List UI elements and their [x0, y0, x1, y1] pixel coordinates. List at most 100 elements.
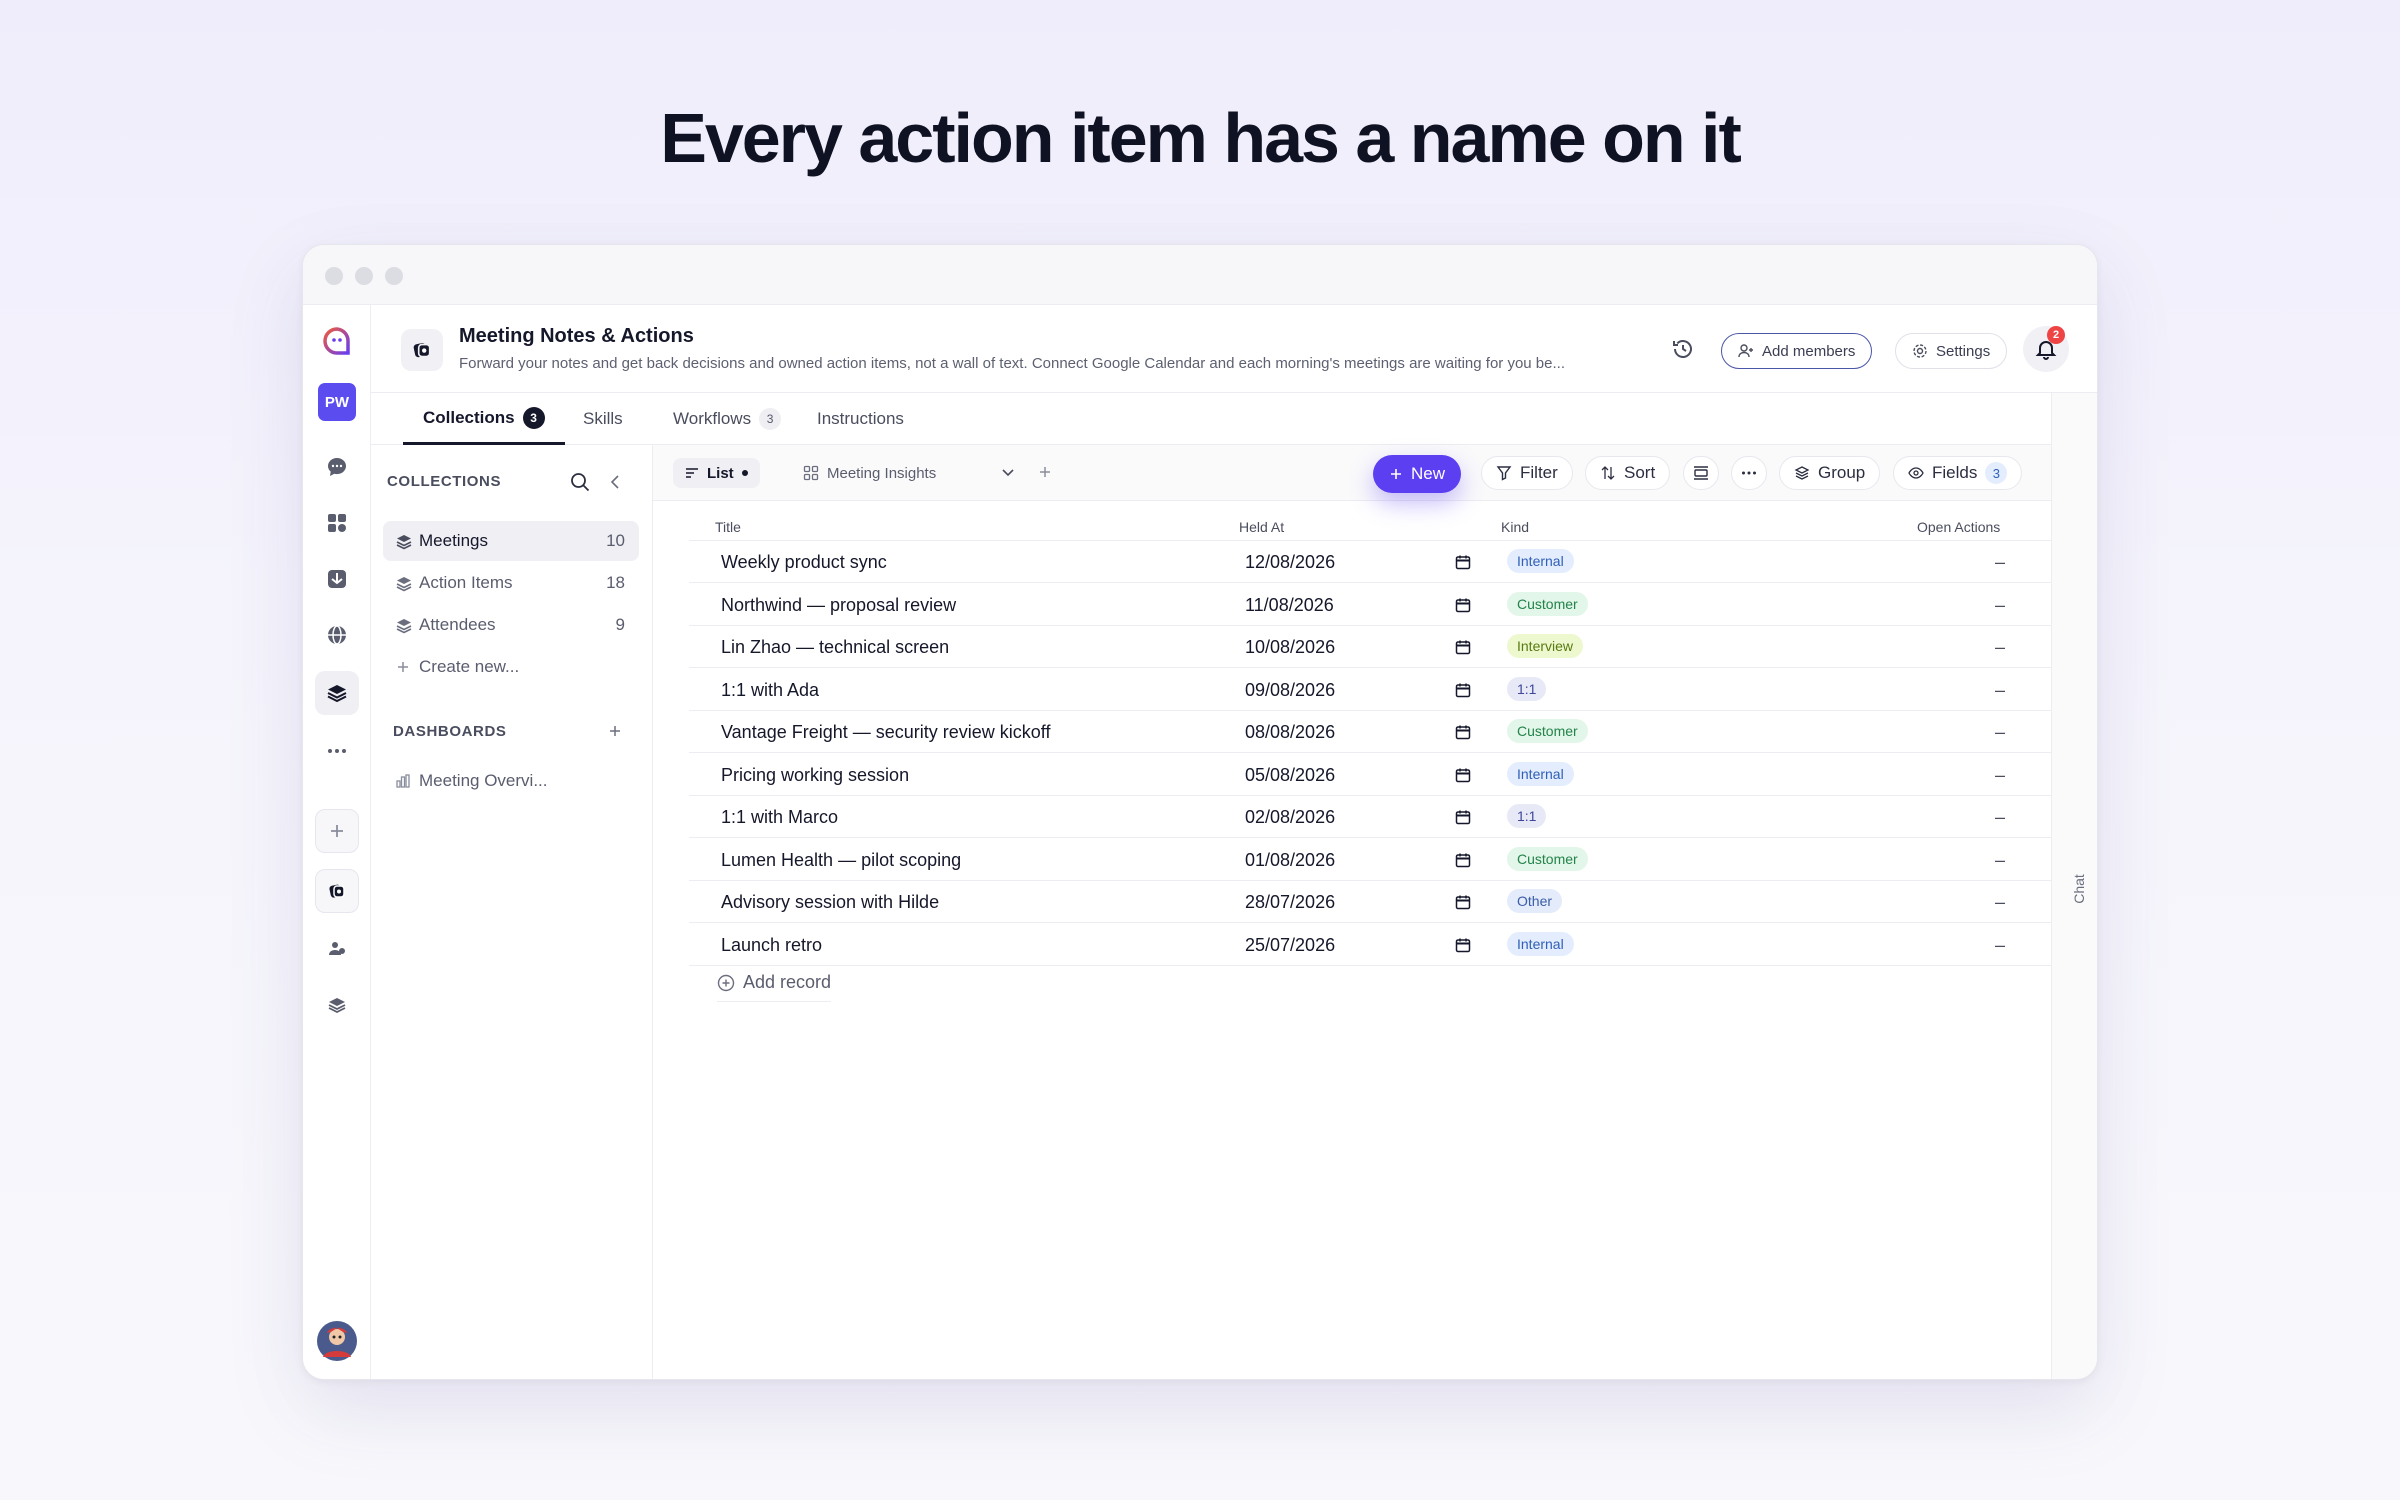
- workspace-avatar[interactable]: PW: [318, 383, 356, 421]
- cell-held-at[interactable]: 25/07/2026: [1245, 935, 1335, 956]
- cell-title[interactable]: Launch retro: [721, 935, 822, 956]
- tab-collections[interactable]: Collections 3: [403, 393, 565, 445]
- history-icon[interactable]: [1671, 337, 1697, 363]
- column-header-held-at[interactable]: Held At: [1239, 519, 1284, 535]
- cell-held-at[interactable]: 01/08/2026: [1245, 850, 1335, 871]
- cell-title[interactable]: 1:1 with Ada: [721, 680, 819, 701]
- table-row[interactable]: Vantage Freight — security review kickof…: [689, 711, 2051, 753]
- table-row[interactable]: Lumen Health — pilot scoping 01/08/2026 Cu…: [689, 839, 2051, 881]
- dashboard-item-meeting-overview[interactable]: Meeting Overvi...: [383, 761, 639, 801]
- inbox-icon[interactable]: [315, 557, 359, 601]
- calendar-icon[interactable]: [1455, 639, 1471, 660]
- cell-held-at[interactable]: 02/08/2026: [1245, 807, 1335, 828]
- table-row[interactable]: Pricing working session 05/08/2026 Interna…: [689, 754, 2051, 796]
- cell-title[interactable]: Lumen Health — pilot scoping: [721, 850, 961, 871]
- collections-layers-icon[interactable]: [315, 671, 359, 715]
- user-avatar[interactable]: [315, 1319, 359, 1363]
- people-icon[interactable]: [315, 927, 359, 971]
- new-record-button[interactable]: New: [1373, 455, 1462, 493]
- window-close-dot[interactable]: [325, 267, 343, 285]
- table-row[interactable]: Weekly product sync 12/08/2026 Internal –: [689, 541, 2051, 583]
- cell-held-at[interactable]: 05/08/2026: [1245, 765, 1335, 786]
- kind-badge[interactable]: Customer: [1507, 719, 1588, 743]
- kind-badge[interactable]: Interview: [1507, 634, 1584, 658]
- calendar-icon[interactable]: [1455, 597, 1471, 618]
- stack-icon[interactable]: [315, 983, 359, 1027]
- calendar-icon[interactable]: [1455, 724, 1471, 745]
- kind-badge[interactable]: Internal: [1507, 761, 1574, 786]
- fields-button[interactable]: Fields 3: [1893, 456, 2023, 490]
- kind-badge[interactable]: Other: [1507, 889, 1563, 913]
- meeting-app-icon[interactable]: [315, 869, 359, 913]
- add-view-plus-icon[interactable]: [1037, 464, 1053, 485]
- chat-label[interactable]: Chat: [2071, 874, 2087, 904]
- cell-held-at[interactable]: 12/08/2026: [1245, 552, 1335, 573]
- sort-button[interactable]: Sort: [1585, 456, 1671, 490]
- cell-title[interactable]: Pricing working session: [721, 765, 909, 786]
- kind-badge[interactable]: 1:1: [1507, 676, 1547, 701]
- calendar-icon[interactable]: [1455, 682, 1471, 703]
- notifications-button[interactable]: 2: [2023, 326, 2069, 372]
- globe-icon[interactable]: [315, 613, 359, 657]
- list-view-tab[interactable]: List: [673, 458, 760, 488]
- cell-title[interactable]: Northwind — proposal review: [721, 595, 956, 616]
- cell-title[interactable]: Weekly product sync: [721, 552, 887, 573]
- row-density-button[interactable]: [1683, 456, 1719, 490]
- table-row[interactable]: Lin Zhao — technical screen 10/08/2026 Int…: [689, 626, 2051, 668]
- search-icon[interactable]: [569, 471, 591, 498]
- column-header-title[interactable]: Title: [715, 519, 741, 535]
- cell-held-at[interactable]: 09/08/2026: [1245, 680, 1335, 701]
- collection-item-attendees[interactable]: Attendees 9: [383, 605, 639, 645]
- calendar-icon[interactable]: [1455, 767, 1471, 788]
- chevron-down-icon[interactable]: [999, 463, 1017, 486]
- kind-badge[interactable]: Internal: [1507, 549, 1574, 573]
- more-options-button[interactable]: [1731, 456, 1767, 490]
- chat-bubble-icon[interactable]: [315, 445, 359, 489]
- kind-badge[interactable]: Internal: [1507, 931, 1574, 956]
- collection-item-action-items[interactable]: Action Items 18: [383, 563, 639, 603]
- window-minimize-dot[interactable]: [355, 267, 373, 285]
- tab-workflows[interactable]: Workflows 3: [673, 393, 782, 445]
- group-button[interactable]: Group: [1779, 456, 1881, 490]
- tab-skills[interactable]: Skills: [583, 393, 623, 445]
- kind-badge[interactable]: 1:1: [1507, 804, 1547, 828]
- column-header-kind[interactable]: Kind: [1501, 519, 1529, 535]
- cell-title[interactable]: 1:1 with Marco: [721, 807, 838, 828]
- calendar-icon[interactable]: [1455, 809, 1471, 830]
- calendar-icon[interactable]: [1455, 554, 1471, 575]
- app-logo-icon[interactable]: [315, 319, 359, 363]
- add-members-button[interactable]: Add members: [1721, 333, 1873, 369]
- settings-button[interactable]: Settings: [1895, 333, 2008, 369]
- table-row[interactable]: 1:1 with Ada 09/08/2026 1:1 –: [689, 669, 2051, 711]
- collection-item-meetings[interactable]: Meetings 10: [383, 521, 639, 561]
- calendar-icon[interactable]: [1455, 852, 1471, 873]
- cell-held-at[interactable]: 11/08/2026: [1245, 595, 1334, 616]
- collapse-chevron-left-icon[interactable]: [607, 473, 625, 496]
- calendar-icon[interactable]: [1455, 894, 1471, 915]
- kind-badge[interactable]: Customer: [1507, 846, 1588, 871]
- create-new-collection-button[interactable]: Create new...: [383, 647, 639, 687]
- add-record-button[interactable]: Add record: [717, 972, 832, 1002]
- cell-title[interactable]: Advisory session with Hilde: [721, 892, 939, 913]
- cell-held-at[interactable]: 08/08/2026: [1245, 722, 1335, 743]
- chat-side-panel[interactable]: Chat: [2051, 393, 2097, 1379]
- cell-held-at[interactable]: 10/08/2026: [1245, 637, 1335, 658]
- cell-title[interactable]: Lin Zhao — technical screen: [721, 637, 949, 658]
- apps-grid-icon[interactable]: [315, 501, 359, 545]
- more-icon[interactable]: [315, 729, 359, 773]
- column-header-open-actions[interactable]: Open Actions: [1917, 519, 2000, 535]
- cell-held-at[interactable]: 28/07/2026: [1245, 892, 1335, 913]
- add-dashboard-plus-icon[interactable]: [607, 723, 623, 744]
- add-app-plus-icon[interactable]: [315, 809, 359, 853]
- table-row[interactable]: Launch retro 25/07/2026 Internal –: [689, 924, 2051, 966]
- table-row[interactable]: Northwind — proposal review 11/08/2026 Cus…: [689, 584, 2051, 626]
- kind-badge[interactable]: Customer: [1507, 591, 1588, 616]
- cell-title[interactable]: Vantage Freight — security review kickof…: [721, 722, 1050, 743]
- window-maximize-dot[interactable]: [385, 267, 403, 285]
- table-row[interactable]: 1:1 with Marco 02/08/2026 1:1 –: [689, 796, 2051, 838]
- meeting-insights-view-tab[interactable]: Meeting Insights: [803, 458, 936, 488]
- table-row[interactable]: Advisory session with Hilde 28/07/2026 Oth…: [689, 881, 2051, 923]
- calendar-icon[interactable]: [1455, 937, 1471, 958]
- tab-instructions[interactable]: Instructions: [817, 393, 904, 445]
- filter-button[interactable]: Filter: [1481, 456, 1573, 490]
